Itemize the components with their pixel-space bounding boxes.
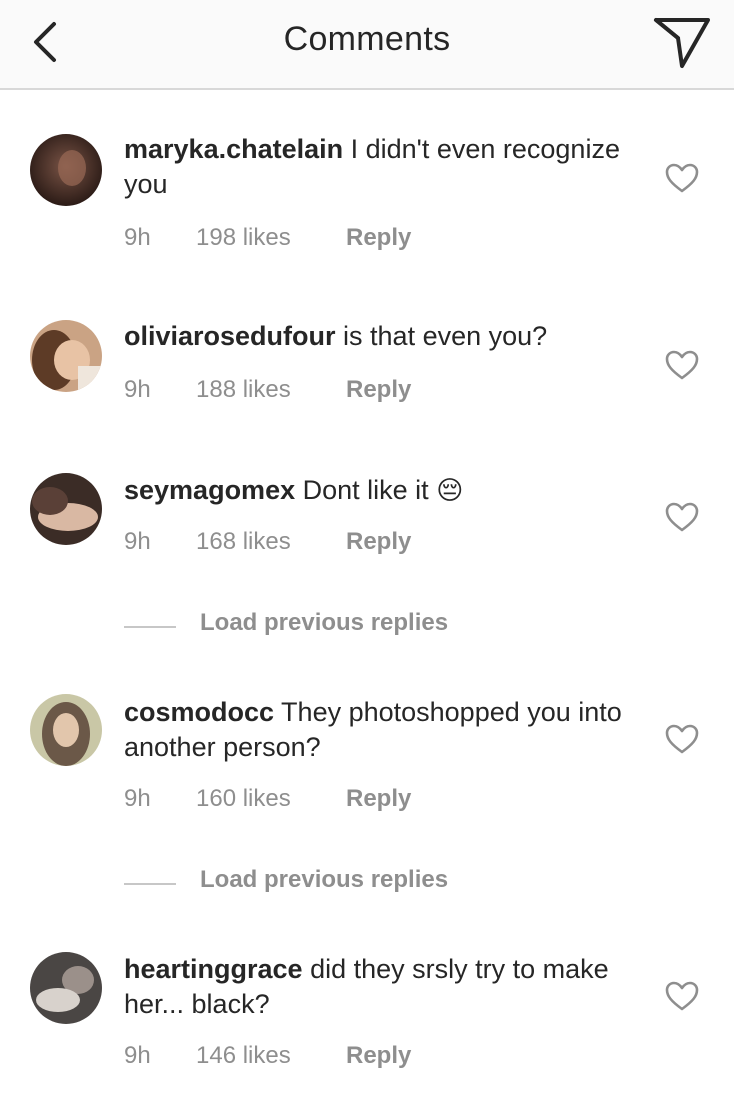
avatar[interactable] (30, 473, 102, 545)
comment-likes[interactable]: 188 likes (196, 376, 346, 404)
comment-body: is that even you? (335, 321, 548, 351)
comment-likes[interactable]: 168 likes (196, 528, 346, 556)
divider-line (124, 626, 176, 628)
comment-time: 9h (124, 1042, 151, 1069)
comment-likes[interactable]: 146 likes (196, 1042, 346, 1070)
heart-icon[interactable] (664, 723, 700, 755)
reply-button[interactable]: Reply (346, 376, 411, 404)
comment-time: 9h (124, 785, 151, 812)
comment-meta: 9h 168 likes Reply (124, 528, 411, 556)
emoji-pensive-face: 😔 (436, 476, 464, 506)
avatar[interactable] (30, 134, 102, 206)
comment-time: 9h (124, 528, 151, 555)
share-button[interactable] (652, 16, 712, 70)
comment-username[interactable]: heartinggrace (124, 954, 303, 984)
avatar[interactable] (30, 694, 102, 766)
load-previous-replies-button[interactable]: Load previous replies (124, 609, 544, 643)
comment-meta: 9h 160 likes Reply (124, 785, 411, 813)
comment-text: oliviarosedufour is that even you? (124, 319, 634, 354)
comment-text: maryka.chatelain I didn't even recognize… (124, 132, 634, 202)
reply-button[interactable]: Reply (346, 785, 411, 813)
comment-meta: 9h 198 likes Reply (124, 224, 411, 252)
comment-username[interactable]: oliviarosedufour (124, 321, 336, 351)
comment-time: 9h (124, 376, 151, 403)
comment-username[interactable]: cosmodocc (124, 697, 274, 727)
avatar[interactable] (30, 320, 102, 392)
heart-icon[interactable] (664, 980, 700, 1012)
heart-icon[interactable] (664, 349, 700, 381)
page-title: Comments (283, 20, 451, 58)
reply-button[interactable]: Reply (346, 1042, 411, 1070)
paper-plane-icon (654, 18, 710, 68)
load-previous-replies-button[interactable]: Load previous replies (124, 866, 544, 900)
top-bar: Comments (0, 0, 734, 90)
comment-body: Dont like it (295, 475, 429, 505)
heart-icon[interactable] (664, 501, 700, 533)
comment-likes[interactable]: 160 likes (196, 785, 346, 813)
comment-text: heartinggrace did they srsly try to make… (124, 952, 634, 1022)
avatar[interactable] (30, 952, 102, 1024)
load-previous-label: Load previous replies (200, 609, 449, 636)
reply-button[interactable]: Reply (346, 224, 411, 252)
divider-line (124, 883, 176, 885)
comment-username[interactable]: maryka.chatelain (124, 134, 343, 164)
heart-icon[interactable] (664, 162, 700, 194)
reply-button[interactable]: Reply (346, 528, 411, 556)
load-previous-label: Load previous replies (200, 866, 449, 893)
comment-meta: 9h 146 likes Reply (124, 1042, 411, 1070)
comment-username[interactable]: seymagomex (124, 475, 295, 505)
comment-text: seymagomex Dont like it 😔 (124, 473, 634, 509)
comment-time: 9h (124, 224, 151, 251)
comment-meta: 9h 188 likes Reply (124, 376, 411, 404)
comment-likes[interactable]: 198 likes (196, 224, 346, 252)
comment-text: cosmodocc They photoshopped you into ano… (124, 695, 634, 765)
